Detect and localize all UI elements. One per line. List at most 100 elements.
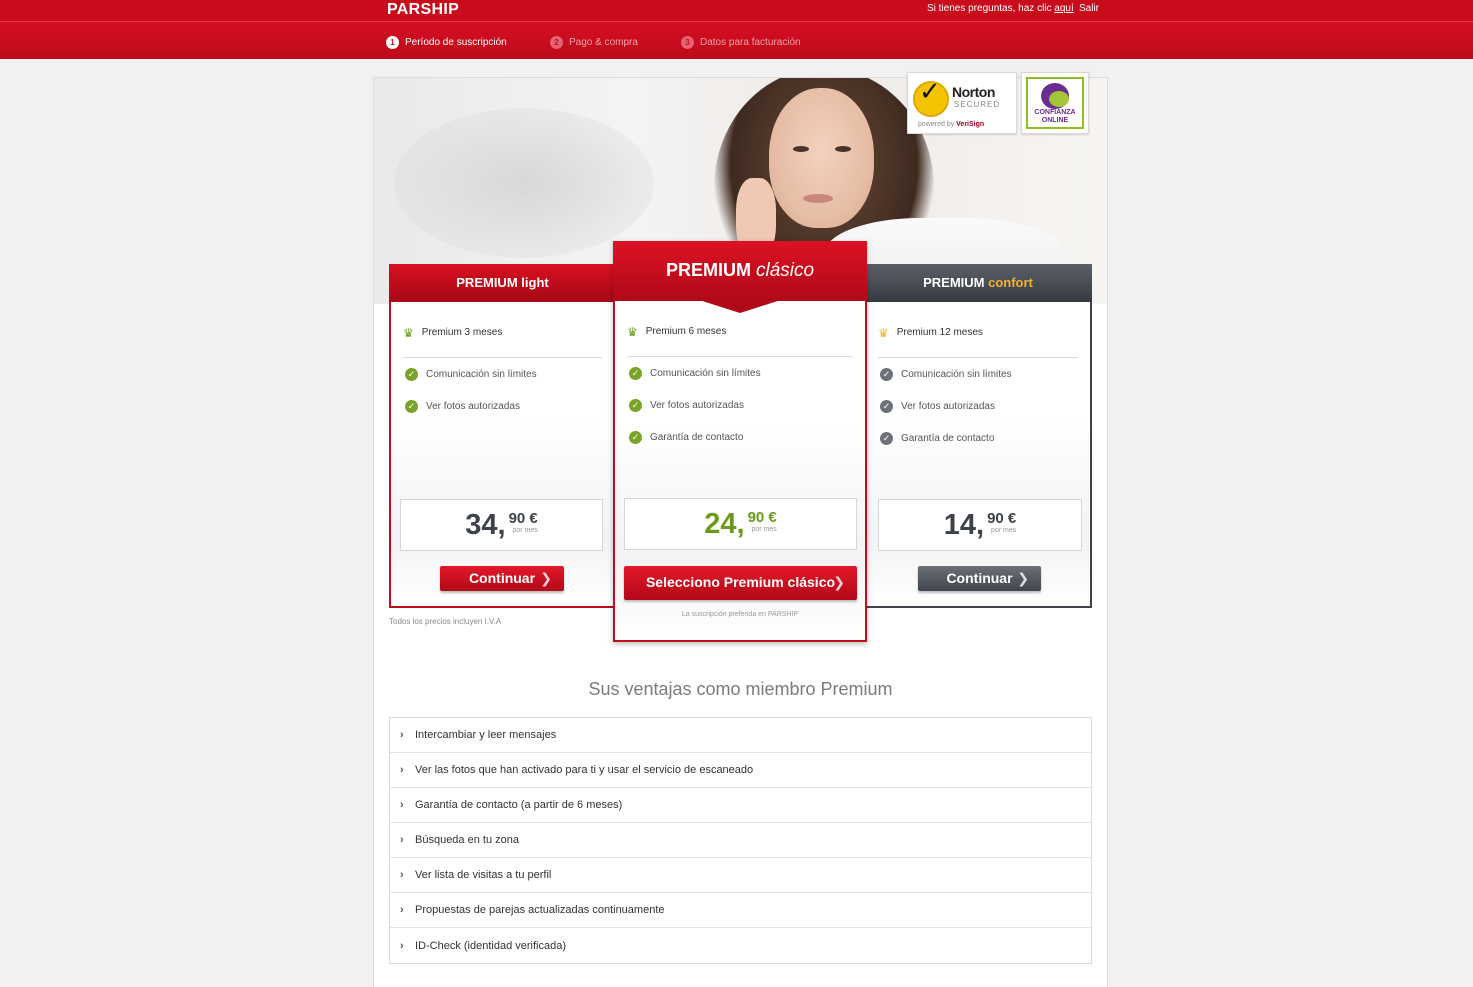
benefit-label: Búsqueda en tu zona (415, 834, 519, 846)
confianza-logo-accent (1049, 91, 1069, 107)
norton-secured-badge[interactable]: ✓ Norton SECURED powered by VeriSign (907, 72, 1017, 134)
benefit-item[interactable]: › Ver lista de visitas a tu perfil (390, 858, 1091, 893)
confianza-frame: CONFIANZA ONLINE (1026, 77, 1084, 129)
price-period: por mes (751, 526, 777, 533)
plan-title: PREMIUM (665, 260, 751, 280)
step-number: 3 (681, 36, 694, 49)
step-number: 1 (386, 36, 399, 49)
face-shape (769, 88, 874, 228)
benefit-label: Intercambiar y leer mensajes (415, 729, 557, 741)
eye-shape (835, 146, 851, 152)
norton-subtitle: SECURED (954, 100, 1001, 109)
price-integer: 14, (943, 509, 985, 541)
plan-card-premium-confort: PREMIUM confort ♛ Premium 12 meses ✓ Com… (864, 264, 1092, 608)
price-integer: 34, (465, 509, 506, 541)
chevron-right-icon: ❯ (1017, 570, 1029, 586)
benefit-label: Ver las fotos que han activado para ti y… (415, 764, 754, 776)
button-label: Continuar (468, 570, 536, 586)
feature-item: ✓ Comunicación sin límites (880, 368, 1012, 381)
help-label: Si tienes preguntas, haz clic (927, 3, 1055, 14)
benefit-label: Garantía de contacto (a partir de 6 mese… (415, 799, 623, 811)
benefit-item[interactable]: › Garantía de contacto (a partir de 6 mes… (390, 788, 1091, 823)
plan-title: PREMIUM (456, 275, 518, 290)
price-fraction-group: 90 € por mes (747, 509, 777, 534)
confianza-label: CONFIANZA ONLINE (1034, 109, 1076, 124)
chevron-right-icon: ❯ (833, 574, 845, 590)
price-period: por mes (990, 527, 1017, 534)
price-fraction-group: 90 € por mes (987, 510, 1017, 535)
price-decimal: 90 € (747, 509, 777, 526)
plan-variant: confort (988, 275, 1033, 290)
vat-note: Todos los precios incluyen I.V.A (389, 617, 502, 626)
price-fraction-group: 90 € por mes (509, 511, 538, 535)
feature-label: Comunicación sin límites (650, 368, 761, 379)
benefit-item[interactable]: › Ver las fotos que han activado para ti … (390, 753, 1091, 788)
plan-header: PREMIUM confort (864, 264, 1092, 302)
benefit-item[interactable]: › Intercambiar y leer mensajes (390, 718, 1091, 753)
crown-icon: ♛ (878, 325, 889, 340)
crown-icon: ♛ (403, 325, 414, 340)
top-bar: PARSHIP Si tienes preguntas, haz clic aq… (0, 0, 1473, 21)
check-circle-icon: ✓ (880, 400, 893, 413)
feature-item: ✓ Ver fotos autorizadas (880, 400, 995, 413)
parship-logo[interactable]: PARSHIP (387, 0, 459, 21)
plan-duration-row: ♛ Premium 12 meses (878, 308, 1078, 358)
price: 14, 90 € por mes (944, 510, 1017, 540)
feature-label: Ver fotos autorizadas (650, 400, 744, 411)
check-circle-icon: ✓ (405, 368, 418, 381)
price-decimal: 90 € (987, 510, 1017, 527)
check-circle-icon: ✓ (880, 368, 893, 381)
check-circle-icon: ✓ (629, 399, 642, 412)
preferred-note: La suscripción preferida en PARSHIP (681, 611, 799, 618)
plan-duration-row: ♛ Premium 3 meses (403, 308, 602, 358)
benefit-label: Ver lista de visitas a tu perfil (415, 869, 552, 881)
plan-header: PREMIUM light (389, 264, 616, 302)
plan-header: PREMIUM clásico (613, 241, 867, 313)
norton-powered-by: powered by VeriSign (918, 121, 984, 128)
feature-label: Garantía de contacto (901, 433, 995, 444)
chevron-right-icon: › (400, 939, 404, 952)
feature-item: ✓ Comunicación sin límites (629, 367, 761, 380)
plan-title: PREMIUM (923, 275, 985, 290)
feature-label: Comunicación sin límites (901, 369, 1012, 380)
benefit-label: Propuestas de parejas actualizadas conti… (415, 904, 665, 916)
feature-item: ✓ Ver fotos autorizadas (405, 400, 520, 413)
benefit-label: ID-Check (identidad verificada) (415, 939, 567, 952)
step-label: Período de suscripción (405, 37, 507, 48)
benefit-item[interactable]: › Propuestas de parejas actualizadas cont… (390, 893, 1091, 928)
help-link[interactable]: aquí (1054, 3, 1073, 14)
eye-shape (793, 146, 809, 152)
feature-label: Ver fotos autorizadas (426, 401, 520, 412)
price: 24, 90 € por mes (704, 509, 777, 539)
confianza-online-badge[interactable]: CONFIANZA ONLINE (1021, 72, 1089, 134)
select-premium-clasico-button[interactable]: Selecciono Premium clásico ❯ (624, 566, 857, 600)
hero-background-blur (394, 108, 654, 258)
benefit-item[interactable]: › Búsqueda en tu zona (390, 823, 1091, 858)
button-label: Continuar (946, 570, 1013, 586)
step-label: Datos para facturación (700, 37, 801, 48)
button-label: Selecciono Premium clásico (645, 574, 836, 590)
step-number: 2 (550, 36, 563, 49)
plan-duration: Premium 3 meses (421, 327, 503, 338)
plan-duration: Premium 6 meses (645, 326, 727, 337)
continue-button[interactable]: Continuar ❯ (440, 566, 564, 591)
chevron-right-icon: › (400, 799, 404, 811)
benefit-item[interactable]: › ID-Check (identidad verificada) (390, 928, 1091, 963)
continue-button[interactable]: Continuar ❯ (918, 566, 1041, 591)
feature-item: ✓ Ver fotos autorizadas (629, 399, 744, 412)
chevron-right-icon: › (400, 834, 404, 846)
step-subscription-period: 1 Período de suscripción (386, 36, 507, 49)
chevron-right-icon: › (400, 869, 404, 881)
verisign-label: VeriSign (956, 121, 985, 128)
plan-card-premium-clasico: PREMIUM clásico ♛ Premium 6 meses ✓ Comu… (613, 241, 867, 642)
checkmark-icon: ✓ (919, 76, 941, 106)
plan-variant: clásico (755, 260, 815, 281)
price-box: 24, 90 € por mes (624, 498, 857, 550)
logout-link[interactable]: Salir (1079, 3, 1099, 14)
plan-variant: light (521, 275, 549, 290)
feature-label: Comunicación sin límites (426, 369, 537, 380)
step-billing: 3 Datos para facturación (681, 36, 801, 49)
plan-duration: Premium 12 meses (896, 327, 983, 338)
price: 34, 90 € por mes (465, 510, 538, 540)
feature-item: ✓ Garantía de contacto (880, 432, 994, 445)
